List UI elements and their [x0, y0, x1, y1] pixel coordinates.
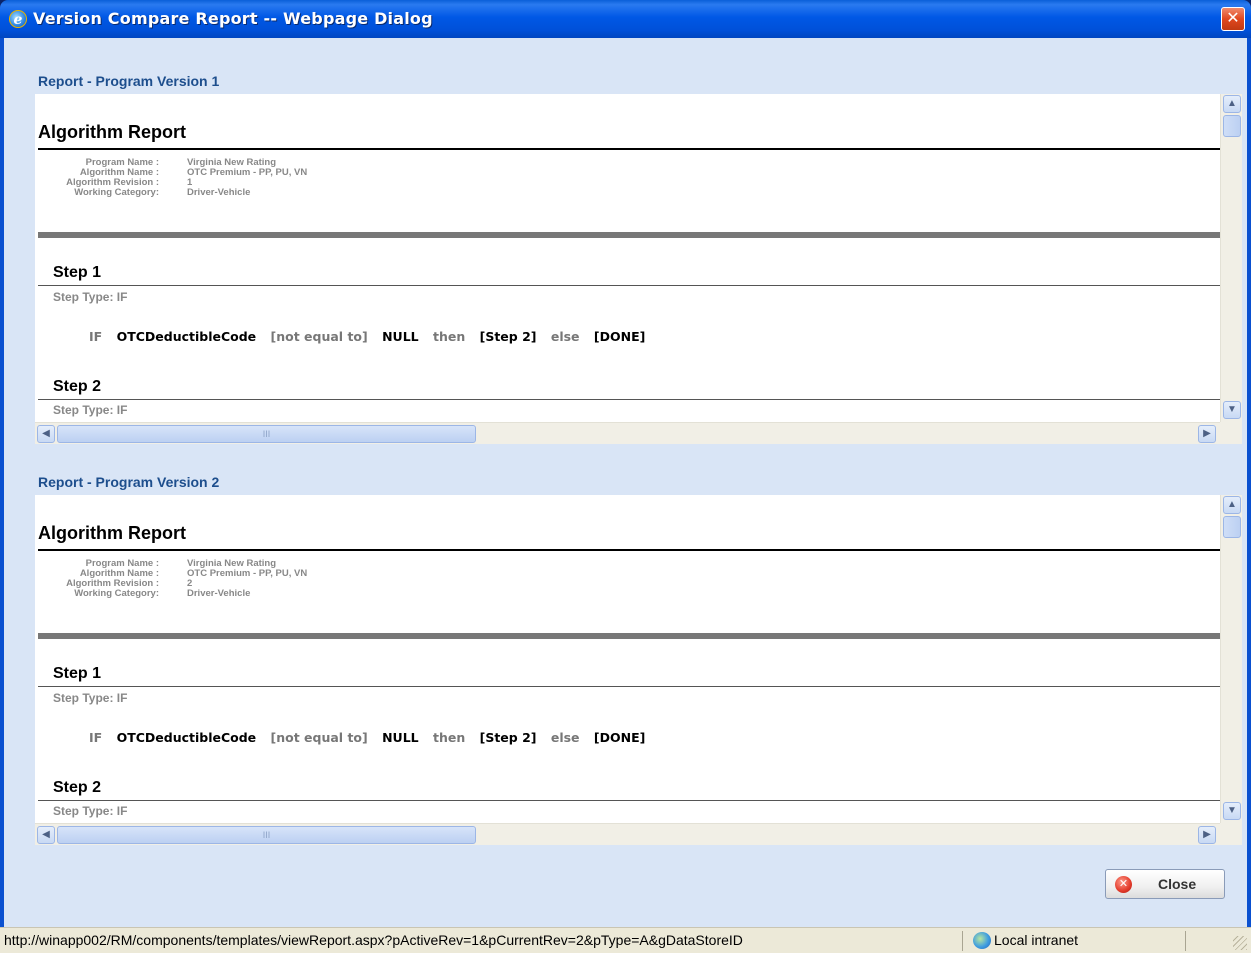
expr-token: then: [432, 730, 466, 745]
expr-token: OTCDeductibleCode: [116, 329, 257, 344]
title-bar: e Version Compare Report -- Webpage Dial…: [0, 0, 1251, 38]
meta-value: OTC Premium - PP, PU, VN: [187, 568, 308, 579]
scroll-corner: [1220, 422, 1242, 444]
meta-values: Virginia New Rating OTC Premium - PP, PU…: [187, 559, 307, 599]
step-title: Step 1: [53, 665, 102, 682]
status-bar: http://winapp002/RM/components/templates…: [0, 927, 1251, 953]
close-button-label: Close: [1158, 876, 1197, 892]
step-type: Step Type: IF: [53, 691, 128, 705]
scroll-corner: [1220, 823, 1242, 845]
resize-grip[interactable]: [1233, 936, 1247, 950]
step-divider: [38, 285, 1220, 286]
step-type: Step Type: IF: [53, 804, 128, 818]
divider: [38, 549, 1220, 551]
frame-right: [1247, 38, 1251, 953]
scroll-right-button[interactable]: ▶: [1198, 425, 1216, 443]
status-divider: [962, 931, 963, 951]
expr-token: [not equal to]: [270, 730, 368, 745]
step-divider: [38, 686, 1220, 687]
scroll-left-button[interactable]: ◀: [37, 425, 55, 443]
scroll-down-button[interactable]: ▼: [1223, 802, 1241, 820]
report-title: Algorithm Report: [38, 122, 186, 142]
step-title: Step 2: [53, 779, 102, 796]
step-type: Step Type: IF: [53, 403, 128, 417]
status-divider: [1185, 931, 1186, 951]
vertical-scrollbar[interactable]: ▲ ▼: [1220, 495, 1242, 823]
expr-token: NULL: [382, 329, 419, 344]
expr-token: then: [432, 329, 466, 344]
report-pane-version-1[interactable]: Algorithm Report Program Name : Algorith…: [35, 94, 1242, 444]
security-zone: Local intranet: [994, 932, 1079, 948]
meta-value: Driver-Vehicle: [187, 588, 251, 599]
meta-labels: Program Name : Algorithm Name : Algorith…: [39, 158, 159, 198]
report-pane-version-2[interactable]: Algorithm Report Program Name : Algorith…: [35, 495, 1242, 845]
step-title: Step 1: [53, 264, 102, 281]
meta-value: OTC Premium - PP, PU, VN: [187, 167, 308, 178]
step-title: Step 2: [53, 378, 102, 395]
horizontal-scrollbar[interactable]: ◀ III ▶: [35, 422, 1220, 444]
expr-token: [DONE]: [593, 329, 646, 344]
meta-label: Working Category:: [74, 588, 159, 599]
expr-token: NULL: [382, 730, 419, 745]
scroll-thumb[interactable]: III: [57, 826, 476, 844]
report-content: Algorithm Report Program Name : Algorith…: [35, 94, 1220, 422]
section-divider: [38, 633, 1220, 639]
close-icon: ✕: [1115, 876, 1132, 893]
scroll-right-button[interactable]: ▶: [1198, 826, 1216, 844]
expr-token: IF: [89, 329, 103, 344]
intranet-globe-icon: [973, 932, 991, 949]
report-content: Algorithm Report Program Name : Algorith…: [35, 495, 1220, 823]
close-button[interactable]: ✕ Close: [1105, 869, 1225, 899]
expr-token: else: [550, 329, 580, 344]
expr-token: [not equal to]: [270, 329, 368, 344]
meta-label: Working Category:: [74, 187, 159, 198]
vertical-scrollbar[interactable]: ▲ ▼: [1220, 94, 1242, 422]
meta-value: Driver-Vehicle: [187, 187, 251, 198]
step-divider: [38, 399, 1220, 400]
section-title-version-1: Report - Program Version 1: [38, 73, 220, 89]
step-expression: IF OTCDeductibleCode [not equal to] NULL…: [89, 730, 655, 745]
scroll-thumb[interactable]: III: [57, 425, 476, 443]
expr-token: [Step 2]: [479, 329, 537, 344]
status-url: http://winapp002/RM/components/templates…: [4, 932, 743, 948]
ie-icon: e: [9, 10, 27, 28]
scroll-thumb[interactable]: [1223, 516, 1241, 538]
window-close-button[interactable]: ✕: [1221, 7, 1245, 31]
expr-token: else: [550, 730, 580, 745]
step-type: Step Type: IF: [53, 290, 128, 304]
meta-labels: Program Name : Algorithm Name : Algorith…: [39, 559, 159, 599]
divider: [38, 148, 1220, 150]
horizontal-scrollbar[interactable]: ◀ III ▶: [35, 823, 1220, 845]
scroll-up-button[interactable]: ▲: [1223, 95, 1241, 113]
report-title: Algorithm Report: [38, 523, 186, 543]
section-divider: [38, 232, 1220, 238]
expr-token: [Step 2]: [479, 730, 537, 745]
step-divider: [38, 800, 1220, 801]
section-title-version-2: Report - Program Version 2: [38, 474, 220, 490]
expr-token: [DONE]: [593, 730, 646, 745]
step-expression: IF OTCDeductibleCode [not equal to] NULL…: [89, 329, 655, 344]
scroll-left-button[interactable]: ◀: [37, 826, 55, 844]
scroll-thumb[interactable]: [1223, 115, 1241, 137]
expr-token: IF: [89, 730, 103, 745]
meta-values: Virginia New Rating OTC Premium - PP, PU…: [187, 158, 307, 198]
scroll-down-button[interactable]: ▼: [1223, 401, 1241, 419]
scroll-up-button[interactable]: ▲: [1223, 496, 1241, 514]
window-title: Version Compare Report -- Webpage Dialog: [33, 9, 433, 28]
expr-token: OTCDeductibleCode: [116, 730, 257, 745]
